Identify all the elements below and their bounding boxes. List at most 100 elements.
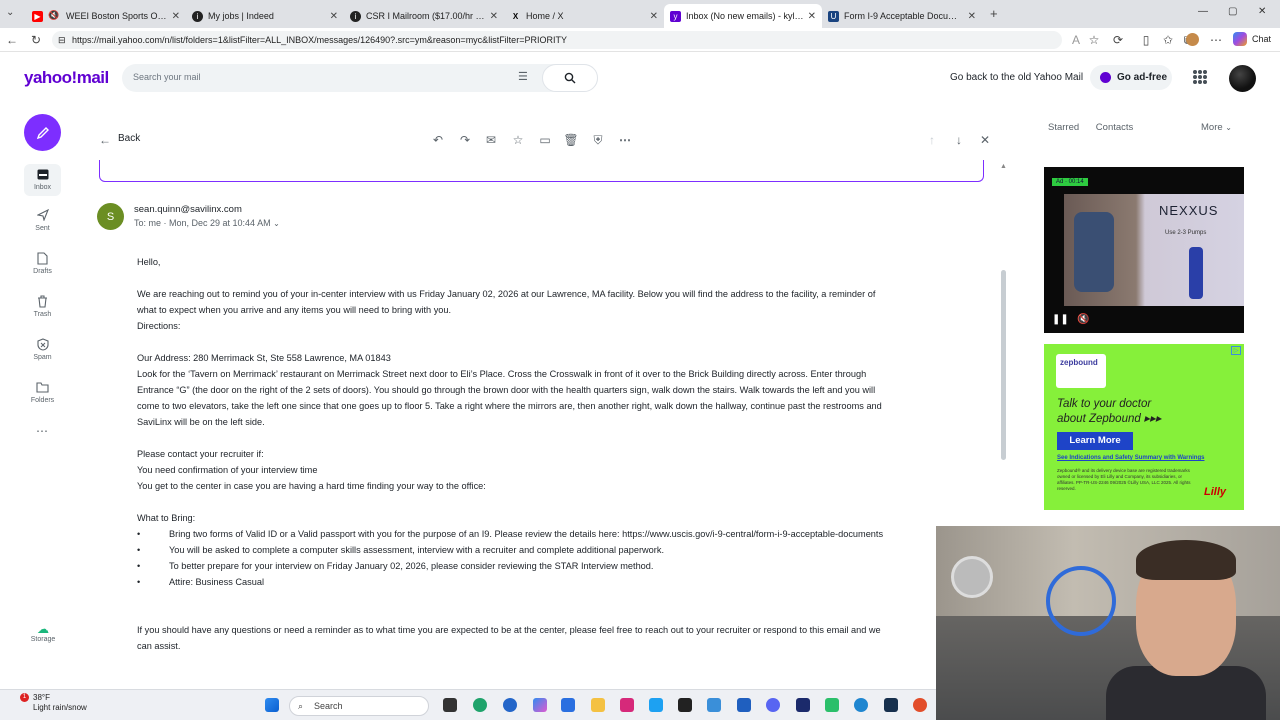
read-aloud-icon[interactable]: A bbox=[1068, 32, 1084, 48]
compose-button[interactable] bbox=[24, 114, 61, 151]
tab-indeed[interactable]: i My jobs | Indeed ✕ bbox=[186, 4, 344, 28]
reply-icon[interactable]: ↶ bbox=[429, 131, 447, 149]
app-icon[interactable] bbox=[913, 698, 927, 712]
chevron-down-icon[interactable]: ⌄ bbox=[273, 219, 280, 228]
favorites-icon[interactable]: ✩ bbox=[1160, 32, 1176, 48]
yahoo-mail-logo[interactable]: yahoo!mail bbox=[24, 68, 109, 88]
star-icon[interactable]: ☆ bbox=[509, 131, 527, 149]
tab-i9[interactable]: U Form I-9 Acceptable Documents ✕ bbox=[822, 4, 982, 28]
url-field[interactable]: ⊟ https://mail.yahoo.com/n/list/folders=… bbox=[52, 31, 1062, 49]
chat-label[interactable]: Chat bbox=[1252, 34, 1271, 44]
extensions-icon[interactable]: ⟳ bbox=[1110, 32, 1126, 48]
avatar[interactable] bbox=[1229, 65, 1256, 92]
favorite-star-icon[interactable]: ☆ bbox=[1086, 32, 1102, 48]
learn-more-button[interactable]: Learn More bbox=[1057, 432, 1133, 450]
copilot-app-icon[interactable] bbox=[533, 698, 547, 712]
pause-icon[interactable]: ❚❚ bbox=[1052, 314, 1069, 325]
mute-icon[interactable]: 🔇 bbox=[1077, 314, 1089, 325]
new-tab-icon[interactable]: + bbox=[990, 6, 998, 21]
app-icon[interactable] bbox=[707, 698, 721, 712]
twitter-icon[interactable] bbox=[649, 698, 663, 712]
sidebar-item-sent[interactable]: Sent bbox=[24, 208, 61, 232]
forward-icon[interactable]: ↷ bbox=[456, 131, 474, 149]
taskbar-search[interactable]: ⌕ Search bbox=[289, 696, 429, 716]
zepbound-ad[interactable]: ▷ zepbound Talk to your doctor about Zepb… bbox=[1044, 344, 1244, 510]
safety-link[interactable]: See Indications and Safety Summary with … bbox=[1057, 455, 1204, 461]
edge-beta-icon[interactable] bbox=[503, 698, 517, 712]
go-ad-free-button[interactable]: Go ad-free bbox=[1090, 65, 1172, 90]
task-view-icon[interactable] bbox=[443, 698, 457, 712]
copilot-icon[interactable] bbox=[1233, 32, 1247, 46]
previous-message-icon[interactable]: ↑ bbox=[923, 131, 941, 149]
app-icon[interactable] bbox=[825, 698, 839, 712]
storage-indicator[interactable]: ☁ Storage bbox=[26, 622, 60, 643]
back-button[interactable]: Back bbox=[118, 133, 140, 144]
tab-title: Home / X bbox=[526, 11, 564, 21]
previous-message-card[interactable] bbox=[99, 160, 984, 182]
move-folder-icon[interactable]: ▭ bbox=[536, 131, 554, 149]
close-icon[interactable]: ✕ bbox=[808, 11, 816, 22]
app-icon[interactable] bbox=[678, 698, 692, 712]
tab-list-icon[interactable]: ⌄ bbox=[6, 7, 14, 18]
app-icon[interactable] bbox=[737, 698, 751, 712]
windows-start-icon[interactable] bbox=[265, 698, 279, 712]
ad-choices-icon[interactable]: ▷ bbox=[1231, 346, 1241, 355]
close-message-icon[interactable]: ✕ bbox=[976, 131, 994, 149]
search-input[interactable]: Search your mail bbox=[133, 72, 201, 82]
close-icon[interactable]: ✕ bbox=[650, 11, 658, 22]
close-icon[interactable]: ✕ bbox=[330, 11, 338, 22]
speaker-icon[interactable]: 🔇 bbox=[48, 10, 59, 21]
tab-contacts[interactable]: Contacts bbox=[1096, 122, 1134, 133]
profile-icon[interactable] bbox=[1186, 33, 1199, 46]
sender-email[interactable]: sean.quinn@savilinx.com bbox=[134, 204, 242, 215]
sidebar-item-drafts[interactable]: Drafts bbox=[24, 251, 61, 275]
sidebar-item-folders[interactable]: Folders bbox=[24, 380, 61, 404]
menu-dots-icon[interactable]: ⋯ bbox=[1208, 32, 1224, 48]
filter-icon[interactable]: ☰ bbox=[518, 70, 528, 83]
close-icon[interactable]: ✕ bbox=[968, 11, 976, 22]
delete-icon[interactable]: 🗑 bbox=[562, 131, 580, 149]
discord-icon[interactable] bbox=[766, 698, 780, 712]
tab-csr[interactable]: i CSR I Mailroom ($17.00/hr +$1/Pe ✕ bbox=[344, 4, 504, 28]
spam-shield-icon[interactable]: ⛨ bbox=[589, 131, 607, 149]
search-button[interactable] bbox=[542, 64, 598, 92]
refresh-icon[interactable]: ↻ bbox=[28, 32, 44, 48]
app-icon[interactable] bbox=[854, 698, 868, 712]
close-icon[interactable]: ✕ bbox=[490, 11, 498, 22]
scrollbar[interactable] bbox=[1001, 270, 1006, 460]
split-screen-icon[interactable]: ▯ bbox=[1138, 32, 1154, 48]
close-window-icon[interactable]: ✕ bbox=[1258, 6, 1266, 17]
more-nav-icon[interactable]: ⋯ bbox=[36, 424, 48, 438]
steam-icon[interactable] bbox=[884, 698, 898, 712]
minimize-icon[interactable]: — bbox=[1198, 6, 1208, 17]
tab-starred[interactable]: Starred bbox=[1048, 122, 1079, 133]
edge-icon[interactable] bbox=[473, 698, 487, 712]
weather-widget[interactable]: 1 38°F Light rain/snow bbox=[20, 693, 87, 713]
back-arrow-icon[interactable]: ← bbox=[96, 131, 114, 149]
tab-x[interactable]: X Home / X ✕ bbox=[504, 4, 664, 28]
old-yahoo-mail-link[interactable]: Go back to the old Yahoo Mail bbox=[950, 72, 1083, 83]
recipient-date-line[interactable]: To: me · Mon, Dec 29 at 10:44 AM ⌄ bbox=[134, 218, 280, 228]
apps-grid-icon[interactable] bbox=[1193, 70, 1207, 84]
nexxus-video-ad[interactable]: Ad · 00:14 NEXXUS Use 2-3 Pumps ❚❚ 🔇 bbox=[1044, 167, 1244, 333]
instagram-icon[interactable] bbox=[620, 698, 634, 712]
scroll-up-icon[interactable]: ▲ bbox=[1000, 163, 1007, 170]
tab-weei[interactable]: ▶ 🔇 WEEI Boston Sports Original P ✕ bbox=[26, 4, 186, 28]
more-dropdown[interactable]: More ⌄ bbox=[1201, 122, 1232, 133]
sidebar-item-trash[interactable]: Trash bbox=[24, 294, 61, 318]
search-icon bbox=[564, 72, 576, 84]
close-icon[interactable]: ✕ bbox=[172, 11, 180, 22]
store-icon[interactable] bbox=[561, 698, 575, 712]
back-arrow-icon[interactable]: ← bbox=[4, 32, 20, 48]
app-icon[interactable] bbox=[796, 698, 810, 712]
sidebar-item-spam[interactable]: Spam bbox=[24, 337, 61, 361]
site-info-icon[interactable]: ⊟ bbox=[58, 31, 66, 49]
maximize-icon[interactable]: ▢ bbox=[1228, 6, 1237, 17]
search-bar[interactable]: Search your mail ☰ bbox=[122, 64, 598, 92]
more-actions-icon[interactable]: ⋯ bbox=[616, 131, 634, 149]
mark-unread-icon[interactable]: ✉ bbox=[482, 131, 500, 149]
next-message-icon[interactable]: ↓ bbox=[950, 131, 968, 149]
file-explorer-icon[interactable] bbox=[591, 698, 605, 712]
tab-yahoo-inbox[interactable]: y Inbox (No new emails) - kyleandre ✕ bbox=[664, 4, 822, 28]
sidebar-item-inbox[interactable]: Inbox bbox=[24, 164, 61, 196]
